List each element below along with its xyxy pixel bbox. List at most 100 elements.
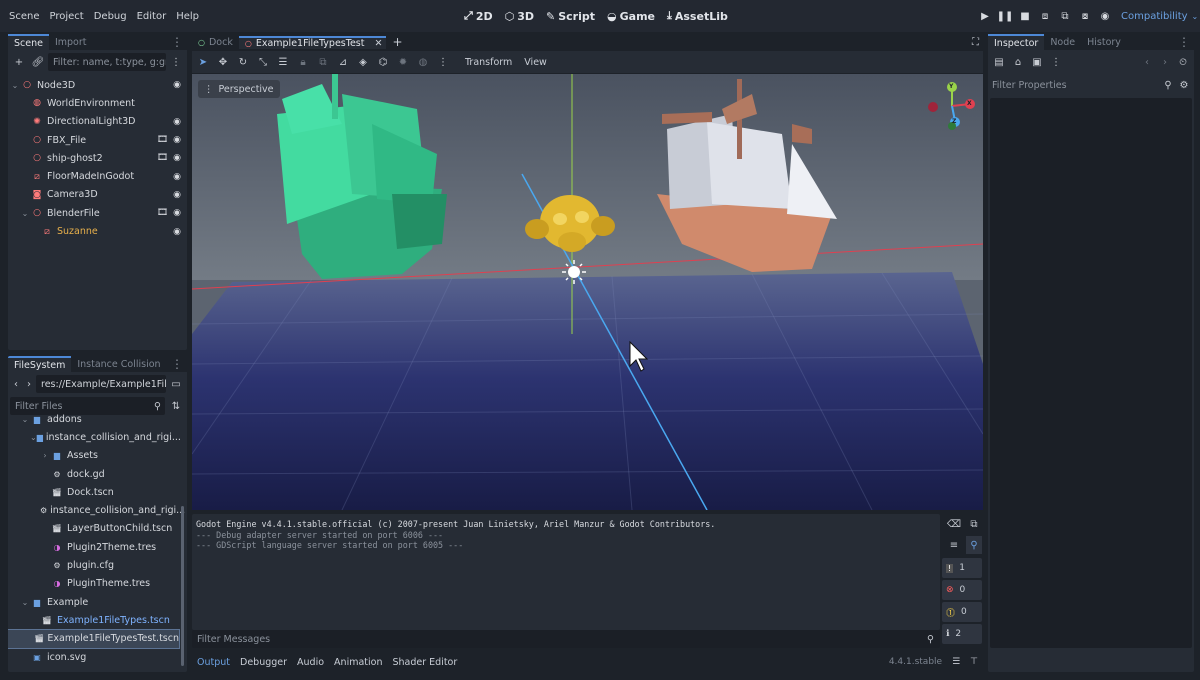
bottom-tab-debugger[interactable]: Debugger — [235, 657, 292, 668]
mode-script-button[interactable]: ✎ Script — [540, 0, 601, 32]
tab-dock[interactable]: ○ Dock — [192, 37, 239, 48]
play-icon[interactable]: ▶ — [975, 6, 995, 26]
chevron-icon[interactable]: ⌄ — [20, 415, 30, 424]
file-item[interactable]: ▣ icon.svg — [8, 648, 179, 666]
back-icon[interactable]: ‹ — [1138, 53, 1156, 71]
menu-help[interactable]: Help — [171, 0, 204, 32]
split-view-icon[interactable]: ▭ — [167, 375, 185, 393]
tab-example1filetypestest[interactable]: ○ Example1FileTypesTest ✕ — [238, 35, 387, 49]
menu-scene[interactable]: Scene — [4, 0, 45, 32]
new-resource-icon[interactable]: ▤ — [990, 53, 1008, 71]
group-icon[interactable]: ⧉ — [314, 53, 332, 71]
visibility-eye-icon[interactable]: ◉ — [173, 227, 181, 237]
add-node-icon[interactable]: + — [10, 53, 28, 71]
scene-node[interactable]: ⌄ ○ BlenderFile 🎞︎ ◉ — [8, 204, 187, 222]
file-item[interactable]: ⌄ ▆ addons — [8, 410, 179, 428]
bottom-tab-animation[interactable]: Animation — [329, 657, 387, 668]
file-item[interactable]: 🎬︎ Example1FileTypesTest.tscn — [8, 628, 180, 649]
scrollbar[interactable] — [181, 506, 184, 666]
ruler-icon[interactable]: ⊿ — [334, 53, 352, 71]
open-in-editor-icon[interactable]: 🎞︎ — [157, 135, 168, 145]
pause-icon[interactable]: ❚❚ — [995, 6, 1015, 26]
scene-node[interactable]: ○ ship-ghost2 🎞︎ ◉ — [8, 149, 187, 167]
scene-node[interactable]: ⌄ ○ Node3D ◉ — [8, 76, 187, 94]
mode-game-button[interactable]: ◒ Game — [601, 0, 661, 32]
fullscreen-icon[interactable]: ⛶ — [972, 37, 983, 48]
more-options-icon[interactable]: ⋮ — [167, 53, 185, 71]
path-field[interactable]: res://Example/Example1FileT — [36, 375, 166, 393]
scene-node[interactable]: ⧄ Suzanne ◉ — [8, 222, 187, 240]
chevron-icon[interactable]: ⌄ — [20, 598, 30, 607]
bottom-tab-output[interactable]: Output — [192, 657, 235, 668]
pin-panel-icon[interactable]: ⊤ — [970, 657, 978, 667]
snap-icon[interactable]: ⌬ — [374, 53, 392, 71]
save-resource-icon[interactable]: ▣ — [1028, 53, 1046, 71]
tab-history[interactable]: History — [1081, 34, 1127, 50]
menu-editor[interactable]: Editor — [132, 0, 172, 32]
chevron-icon[interactable]: › — [40, 451, 50, 460]
renderer-select[interactable]: Compatibility ⌄ — [1121, 0, 1198, 32]
tab-import[interactable]: Import — [49, 34, 93, 50]
link-icon[interactable]: 🔗︎ — [29, 53, 47, 71]
transform-menu[interactable]: Transform — [460, 57, 517, 68]
menu-debug[interactable]: Debug — [89, 0, 132, 32]
play-scene-icon[interactable]: ⧉ — [1055, 6, 1075, 26]
chevron-icon[interactable]: ⌄ — [30, 433, 37, 442]
scale-tool-icon[interactable]: ⤡ — [254, 53, 272, 71]
sun-preview-icon[interactable]: ✹ — [394, 53, 412, 71]
menu-project[interactable]: Project — [45, 0, 89, 32]
file-item[interactable]: › ▆ Assets — [8, 447, 179, 465]
scene-filter-input[interactable]: Filter: name, t:type, g:gr — [48, 53, 166, 71]
notifications-icon[interactable]: ☰ — [952, 657, 960, 667]
tab-filesystem[interactable]: FileSystem — [8, 356, 72, 372]
visibility-eye-icon[interactable]: ◉ — [173, 153, 181, 163]
clear-log-icon[interactable]: ⌫ — [946, 515, 962, 533]
file-item[interactable]: ⚙ dock.gd — [8, 465, 179, 483]
open-in-editor-icon[interactable]: 🎞︎ — [157, 208, 168, 218]
mode-3d-button[interactable]: ⬡ 3D — [499, 0, 540, 32]
error-red-filter-toggle[interactable]: ⊗ 0 — [942, 580, 982, 600]
move-tool-icon[interactable]: ✥ — [214, 53, 232, 71]
rotate-tool-icon[interactable]: ↻ — [234, 53, 252, 71]
file-item[interactable]: ◑ Plugin2Theme.tres — [8, 538, 179, 556]
tab-scene[interactable]: Scene — [8, 34, 49, 50]
file-item[interactable]: ⚙ instance_collision_and_rigi... — [8, 501, 185, 519]
tab-instance-collision[interactable]: Instance Collision — [71, 356, 166, 372]
tab-inspector[interactable]: Inspector — [988, 34, 1045, 50]
mode-2d-button[interactable]: ⤢ 2D — [458, 0, 499, 32]
scene-node[interactable]: ○ FBX_File 🎞︎ ◉ — [8, 131, 187, 149]
more-options-icon[interactable]: ⋮ — [167, 356, 187, 372]
play-custom-scene-icon[interactable]: ⧇ — [1075, 6, 1095, 26]
file-item[interactable]: ◑ PluginTheme.tres — [8, 575, 179, 593]
forward-icon[interactable]: › — [1156, 53, 1174, 71]
scene-node[interactable]: ⧄ FloorMadeInGodot ◉ — [8, 167, 187, 185]
filter-properties-input[interactable]: Filter Properties — [992, 76, 1158, 94]
remote-debug-icon[interactable]: ⧈ — [1035, 6, 1055, 26]
collapse-icon[interactable]: ≡ — [946, 536, 962, 554]
local-space-icon[interactable]: ◈ — [354, 53, 372, 71]
open-resource-icon[interactable]: ⌂ — [1009, 53, 1027, 71]
visibility-eye-icon[interactable]: ◉ — [173, 208, 181, 218]
file-item[interactable]: 🎬︎ Dock.tscn — [8, 483, 179, 501]
history-icon[interactable]: ⏲ — [1174, 53, 1192, 71]
visibility-eye-icon[interactable]: ◉ — [173, 135, 181, 145]
view-menu[interactable]: View — [519, 57, 552, 68]
search-toggle-icon[interactable]: ⚲ — [966, 536, 982, 554]
mode-assetlib-button[interactable]: ⤓ AssetLib — [661, 0, 734, 32]
copy-icon[interactable]: ⧉ — [966, 515, 982, 533]
visibility-eye-icon[interactable]: ◉ — [173, 117, 181, 127]
back-icon[interactable]: ‹ — [10, 375, 22, 393]
lock-icon[interactable]: 🔒︎ — [294, 53, 312, 71]
scene-node[interactable]: ✺ DirectionalLight3D ◉ — [8, 113, 187, 131]
bottom-tab-audio[interactable]: Audio — [292, 657, 329, 668]
file-item[interactable]: 🎬︎ Example1FileTypes.tscn — [8, 611, 179, 629]
3d-viewport[interactable]: Y X Z ⋮ Perspective — [192, 74, 983, 510]
error-filter-toggle[interactable]: ! 1 — [942, 558, 982, 578]
file-item[interactable]: 🎬︎ LayerButtonChild.tscn — [8, 520, 179, 538]
visibility-eye-icon[interactable]: ◉ — [173, 80, 181, 90]
close-icon[interactable]: ✕ — [374, 38, 382, 49]
settings-icon[interactable]: ⚙ — [1178, 76, 1190, 94]
more-options-icon[interactable]: ⋮ — [1047, 53, 1065, 71]
bottom-tab-shader-editor[interactable]: Shader Editor — [387, 657, 462, 668]
info-filter-toggle[interactable]: ℹ 2 — [942, 624, 982, 644]
